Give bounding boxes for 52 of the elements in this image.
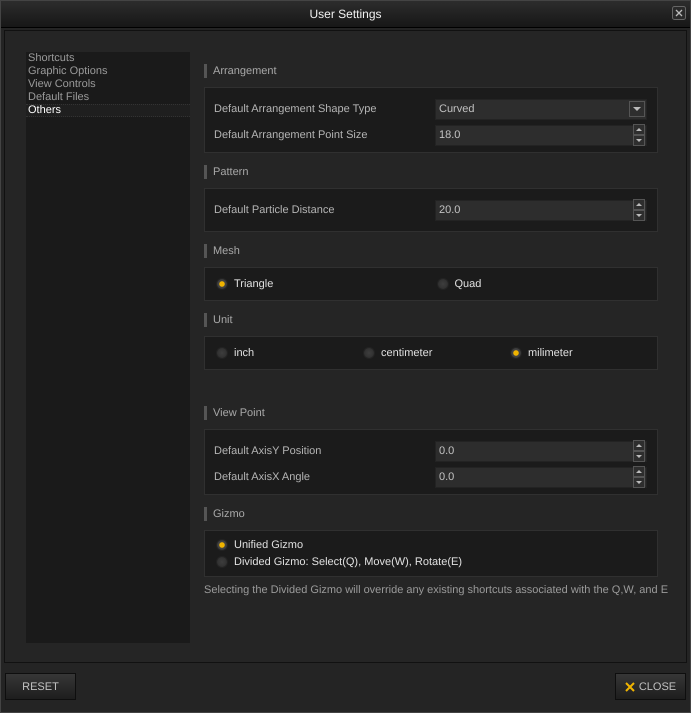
- radio-option[interactable]: Unified Gizmo: [216, 539, 646, 551]
- field-label: Default Arrangement Point Size: [214, 129, 368, 141]
- number-field[interactable]: 18.0: [435, 124, 647, 146]
- close-icon: [624, 682, 635, 692]
- sidebar-item[interactable]: Shortcuts: [26, 52, 190, 65]
- radio-option[interactable]: Divided Gizmo: Select(Q), Move(W), Rotate(E): [216, 556, 646, 568]
- dropdown[interactable]: Curved: [435, 98, 647, 120]
- section-heading: Arrangement: [204, 64, 277, 78]
- field-label: Default AxisX Angle: [214, 471, 310, 483]
- radio-option[interactable]: Quad: [436, 278, 482, 290]
- radio-label[interactable]: centimeter: [381, 347, 432, 359]
- section-heading: View Point: [204, 406, 265, 420]
- window-title: User Settings: [309, 7, 382, 21]
- radio-label[interactable]: Triangle: [234, 278, 274, 290]
- radio-label[interactable]: milimeter: [528, 347, 573, 359]
- radio-button[interactable]: [436, 278, 448, 290]
- radio-button[interactable]: [216, 278, 228, 290]
- number-field[interactable]: 0.0: [435, 440, 647, 462]
- radio-option[interactable]: Triangle: [216, 278, 274, 290]
- help-text: Selecting the Divided Gizmo will override any existing shortcuts associated with the Q,W, and E: [204, 584, 670, 596]
- section-heading: Pattern: [204, 165, 248, 179]
- radio-button[interactable]: [216, 347, 228, 359]
- spinner-arrows-icon[interactable]: [633, 124, 645, 146]
- section-heading: Unit: [204, 313, 233, 327]
- radio-button[interactable]: [510, 347, 522, 359]
- radio-label[interactable]: Divided Gizmo: Select(Q), Move(W), Rotate(E): [234, 556, 462, 568]
- radio-button[interactable]: [216, 556, 228, 568]
- sidebar-item[interactable]: Others: [26, 104, 190, 117]
- sidebar-item[interactable]: Graphic Options: [26, 65, 190, 78]
- number-field[interactable]: 20.0: [435, 200, 647, 220]
- radio-option[interactable]: milimeter: [510, 347, 573, 359]
- number-field[interactable]: 0.0: [435, 466, 647, 488]
- close-icon[interactable]: [672, 6, 686, 20]
- field-label: Default AxisY Position: [214, 445, 322, 457]
- radio-option[interactable]: inch: [216, 347, 254, 359]
- radio-button[interactable]: [363, 347, 375, 359]
- section-heading: Gizmo: [204, 507, 245, 521]
- sidebar-item[interactable]: View Controls: [26, 78, 190, 91]
- spinner-arrows-icon[interactable]: [633, 466, 645, 488]
- radio-button[interactable]: [216, 539, 228, 551]
- field-label: Default Particle Distance: [214, 204, 334, 216]
- radio-option[interactable]: centimeter: [363, 347, 432, 359]
- radio-label[interactable]: Unified Gizmo: [234, 539, 304, 551]
- sidebar-item[interactable]: Default Files: [26, 91, 190, 104]
- spinner-arrows-icon[interactable]: [633, 199, 645, 221]
- field-label: Default Arrangement Shape Type: [214, 103, 376, 115]
- close-button[interactable]: CLOSE: [615, 673, 686, 700]
- radio-label[interactable]: Quad: [454, 278, 482, 290]
- spinner-arrows-icon[interactable]: [633, 440, 645, 462]
- reset-button[interactable]: RESET: [5, 673, 76, 700]
- radio-label[interactable]: inch: [234, 347, 254, 359]
- section-heading: Mesh: [204, 244, 240, 258]
